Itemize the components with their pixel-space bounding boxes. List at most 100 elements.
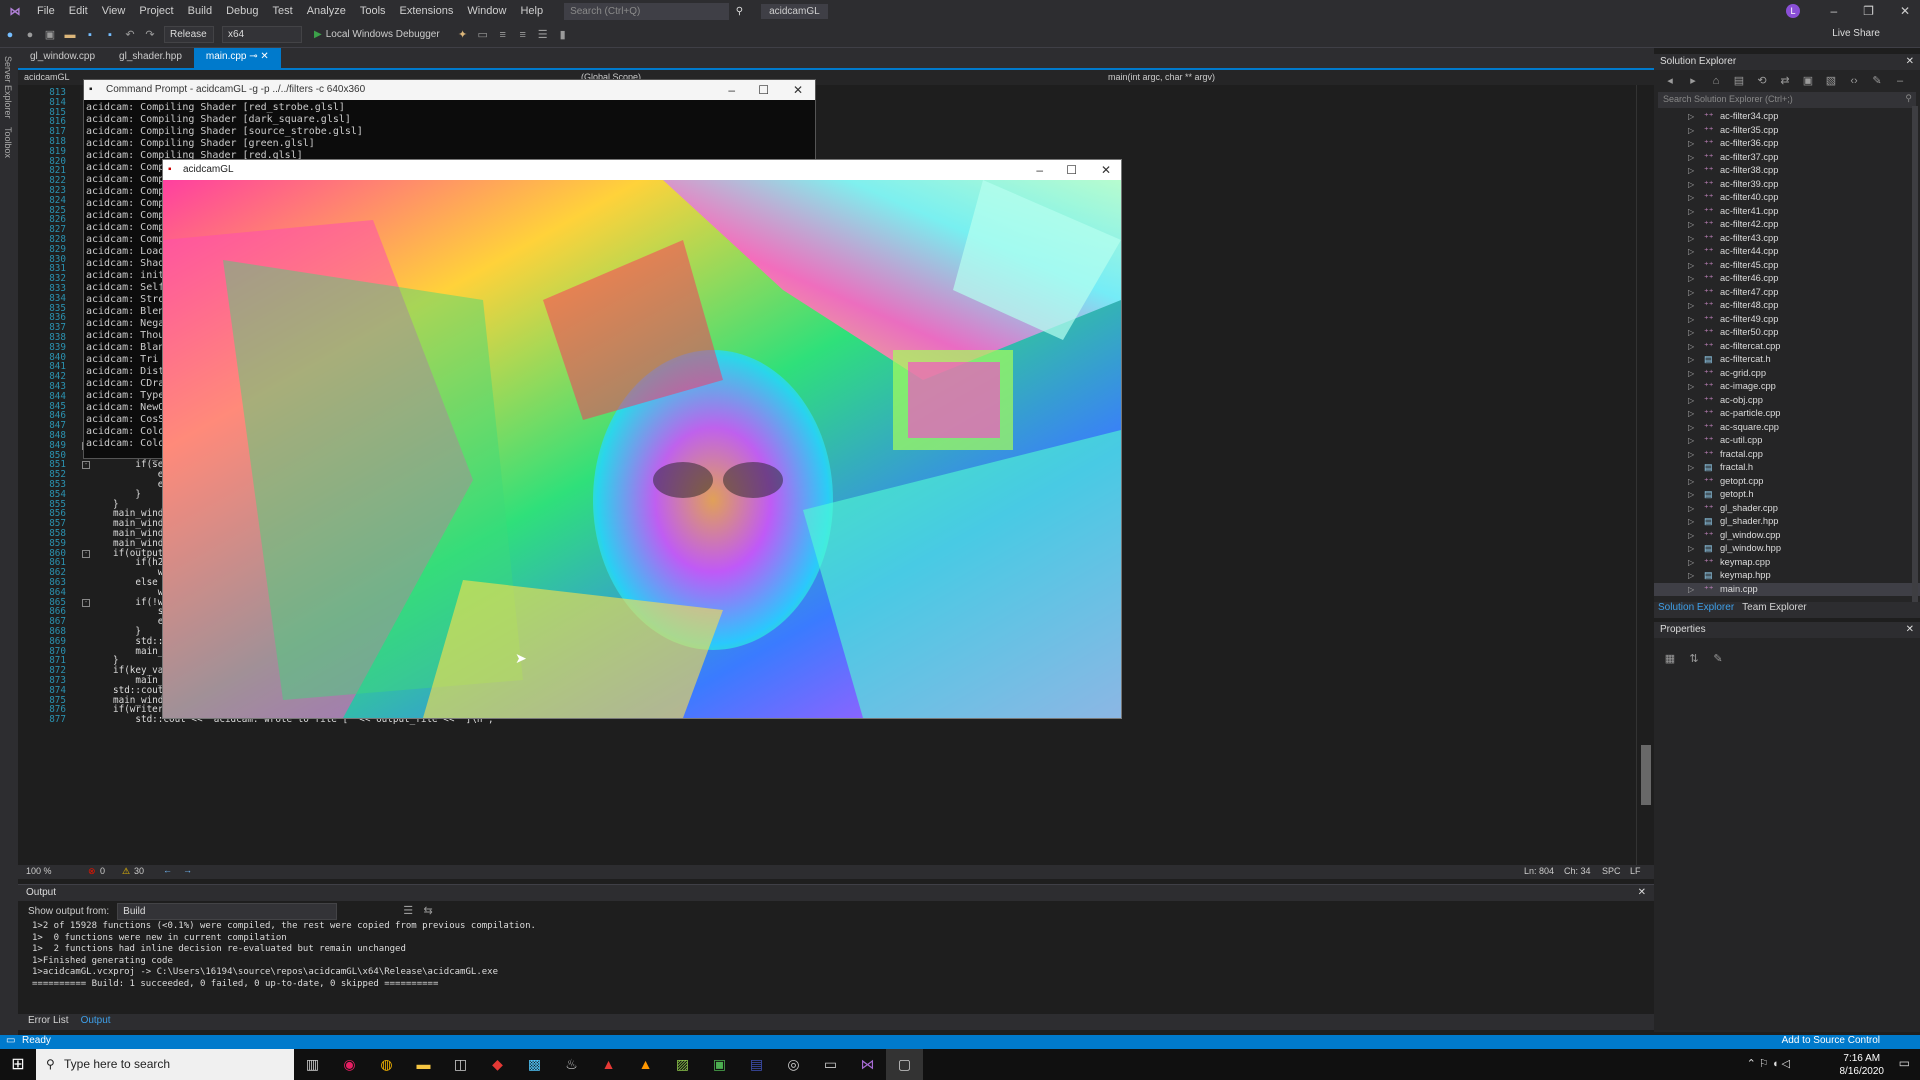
solution-tree-item[interactable]: ▷ ⁺⁺ ac-filter44.cpp bbox=[1654, 245, 1920, 259]
close-panel-icon[interactable]: ✕ bbox=[1638, 887, 1646, 898]
solution-tree-item[interactable]: ▷ ⁺⁺ gl_window.cpp bbox=[1654, 529, 1920, 543]
pin-icon[interactable]: ⊸ bbox=[249, 51, 257, 62]
indent-icon[interactable]: ≡ bbox=[496, 28, 510, 42]
tab-gl-shader[interactable]: gl_shader.hpp bbox=[107, 48, 194, 68]
play-icon[interactable]: ▶ bbox=[314, 29, 322, 40]
solution-tree-item[interactable]: ▷ ⁺⁺ ac-filter34.cpp bbox=[1654, 110, 1920, 124]
expand-icon[interactable]: ▷ bbox=[1688, 475, 1694, 489]
search-icon[interactable]: ⚲ bbox=[736, 3, 743, 20]
alphabetical-icon[interactable]: ⇅ bbox=[1687, 652, 1701, 666]
app-blue-icon[interactable]: ▤ bbox=[738, 1049, 775, 1080]
redo-icon[interactable]: ↷ bbox=[143, 28, 157, 42]
solution-tree-item[interactable]: ▷ ⁺⁺ ac-square.cpp bbox=[1654, 421, 1920, 435]
command-prompt-titlebar[interactable]: ▪ Command Prompt - acidcamGL -g -p ../..… bbox=[84, 80, 815, 100]
taskbar-search-input[interactable]: ⚲ Type here to search bbox=[36, 1049, 294, 1080]
zoom-level[interactable]: 100 % bbox=[26, 866, 52, 876]
forward-icon[interactable]: ▸ bbox=[1686, 74, 1700, 88]
line-ending[interactable]: LF bbox=[1630, 866, 1641, 876]
save-all-icon[interactable]: ▪ bbox=[103, 28, 117, 42]
expand-icon[interactable]: ▷ bbox=[1688, 218, 1694, 232]
solution-tree-item[interactable]: ▷ ⁺⁺ gl_shader.cpp bbox=[1654, 502, 1920, 516]
solution-tree-item[interactable]: ▷ ⁺⁺ ac-filter46.cpp bbox=[1654, 272, 1920, 286]
tab-output[interactable]: Output bbox=[81, 1015, 111, 1029]
avatar[interactable]: L bbox=[1786, 4, 1800, 18]
hot-reload-icon[interactable]: ✦ bbox=[456, 28, 470, 42]
photoshop-icon[interactable]: ▩ bbox=[516, 1049, 553, 1080]
nav-forward-icon[interactable]: → bbox=[183, 865, 192, 875]
tree-scrollbar[interactable] bbox=[1912, 106, 1918, 604]
solution-tree-item[interactable]: ▷ ⁺⁺ ac-filter43.cpp bbox=[1654, 232, 1920, 246]
tab-main[interactable]: main.cpp ⊸ ✕ bbox=[193, 48, 281, 68]
expand-icon[interactable]: ▷ bbox=[1688, 569, 1694, 583]
configuration-select[interactable]: Release bbox=[164, 26, 214, 43]
project-dropdown[interactable]: acidcamGL bbox=[24, 72, 70, 82]
windows-start-icon[interactable]: ⊞ bbox=[0, 1049, 36, 1080]
solution-tree-item[interactable]: ▷ ⁺⁺ ac-filter37.cpp bbox=[1654, 151, 1920, 165]
solution-tree-item[interactable]: ▷ ⁺⁺ ac-filter49.cpp bbox=[1654, 313, 1920, 327]
tab-error-list[interactable]: Error List bbox=[28, 1015, 69, 1029]
outdent-icon[interactable]: ≡ bbox=[516, 28, 530, 42]
solution-tree-item[interactable]: ▷ ⁺⁺ getopt.cpp bbox=[1654, 475, 1920, 489]
solution-tree-item[interactable]: ▷ ⁺⁺ ac-filter48.cpp bbox=[1654, 299, 1920, 313]
expand-icon[interactable]: ▷ bbox=[1688, 151, 1694, 165]
add-source-control-button[interactable]: Add to Source Control bbox=[1782, 1035, 1880, 1046]
image-app-icon[interactable]: ▨ bbox=[664, 1049, 701, 1080]
solution-tree-item[interactable]: ▷ ⁺⁺ ac-filter47.cpp bbox=[1654, 286, 1920, 300]
close-icon[interactable]: ✕ bbox=[793, 80, 803, 100]
expand-icon[interactable]: ▷ bbox=[1688, 232, 1694, 246]
solution-tree-item[interactable]: ▷ ▤ gl_shader.hpp bbox=[1654, 515, 1920, 529]
show-all-files-icon[interactable]: ▧ bbox=[1824, 74, 1838, 88]
expand-icon[interactable]: ▷ bbox=[1688, 556, 1694, 570]
solution-tree-item[interactable]: ▷ ⁺⁺ ac-filter39.cpp bbox=[1654, 178, 1920, 192]
solution-tree-item[interactable]: ▷ ⁺⁺ main.cpp bbox=[1654, 582, 1920, 596]
solution-tree-item[interactable]: ▷ ⁺⁺ ac-grid.cpp bbox=[1654, 367, 1920, 381]
solution-tree-item[interactable]: ▷ ⁺⁺ ac-util.cpp bbox=[1654, 434, 1920, 448]
solution-tree-item[interactable]: ▷ ⁺⁺ ac-filter35.cpp bbox=[1654, 124, 1920, 138]
comment-icon[interactable]: ☰ bbox=[536, 28, 550, 42]
app-red-icon[interactable]: ◆ bbox=[479, 1049, 516, 1080]
expand-icon[interactable]: ▷ bbox=[1688, 542, 1694, 556]
live-share-button[interactable]: Live Share bbox=[1832, 28, 1880, 39]
solution-tree-item[interactable]: ▷ ⁺⁺ ac-filter36.cpp bbox=[1654, 137, 1920, 151]
minimize-icon[interactable]: – bbox=[728, 80, 735, 100]
expand-icon[interactable]: ▷ bbox=[1688, 137, 1694, 151]
expand-icon[interactable]: ▷ bbox=[1688, 124, 1694, 138]
adobe-icon[interactable]: ▲ bbox=[590, 1049, 627, 1080]
solution-tree-item[interactable]: ▷ ⁺⁺ ac-filter40.cpp bbox=[1654, 191, 1920, 205]
solution-tree-item[interactable]: ▷ ▤ keymap.hpp bbox=[1654, 569, 1920, 583]
solution-tree-item[interactable]: ▷ ⁺⁺ ac-filter42.cpp bbox=[1654, 218, 1920, 232]
expand-icon[interactable]: ▷ bbox=[1688, 394, 1694, 408]
output-source-select[interactable]: Build bbox=[117, 902, 338, 920]
solution-tree-item[interactable]: ▷ ⁺⁺ keymap.cpp bbox=[1654, 556, 1920, 570]
system-tray-icons[interactable]: ⌃ ⚐ ◖ ◁ bbox=[1747, 1057, 1790, 1070]
expand-icon[interactable]: ▷ bbox=[1688, 515, 1694, 529]
taskbar-clock[interactable]: 7:16 AM 8/16/2020 bbox=[1840, 1052, 1885, 1078]
server-explorer-tab[interactable]: Server Explorer bbox=[3, 56, 13, 119]
properties-icon[interactable]: ✎ bbox=[1870, 74, 1884, 88]
menu-test[interactable]: Test bbox=[266, 5, 300, 17]
expand-icon[interactable]: ▷ bbox=[1688, 110, 1694, 124]
output-log[interactable]: 1>2 of 15928 functions (<0.1%) were comp… bbox=[18, 921, 1654, 990]
expand-icon[interactable]: ▷ bbox=[1688, 191, 1694, 205]
editor-scrollbar[interactable] bbox=[1636, 85, 1654, 865]
expand-icon[interactable]: ▷ bbox=[1688, 434, 1694, 448]
expand-icon[interactable]: ▷ bbox=[1688, 461, 1694, 475]
property-pages-icon[interactable]: ✎ bbox=[1711, 652, 1725, 666]
solution-tree-item[interactable]: ▷ ▤ gl_window.hpp bbox=[1654, 542, 1920, 556]
search-icon[interactable]: ⚲ bbox=[1905, 93, 1912, 104]
acidcam-window-icon[interactable]: ▢ bbox=[886, 1049, 923, 1080]
menu-debug[interactable]: Debug bbox=[219, 5, 265, 17]
expand-icon[interactable]: ▷ bbox=[1688, 245, 1694, 259]
maximize-icon[interactable]: ❐ bbox=[1863, 4, 1874, 18]
expand-icon[interactable]: ▷ bbox=[1688, 205, 1694, 219]
editor-scroll-thumb[interactable] bbox=[1641, 745, 1651, 805]
visual-studio-icon[interactable]: ⋈ bbox=[849, 1049, 886, 1080]
expand-icon[interactable]: ▷ bbox=[1688, 353, 1694, 367]
solution-tree-item[interactable]: ▷ ⁺⁺ ac-filter38.cpp bbox=[1654, 164, 1920, 178]
expand-icon[interactable]: ▷ bbox=[1688, 502, 1694, 516]
expand-icon[interactable]: ▷ bbox=[1688, 326, 1694, 340]
open-folder-icon[interactable]: ▬ bbox=[63, 28, 77, 42]
pending-changes-icon[interactable]: ⟲ bbox=[1755, 74, 1769, 88]
solution-tree-item[interactable]: ▷ ▤ fractal.h bbox=[1654, 461, 1920, 475]
close-icon[interactable]: ✕ bbox=[1900, 4, 1910, 18]
